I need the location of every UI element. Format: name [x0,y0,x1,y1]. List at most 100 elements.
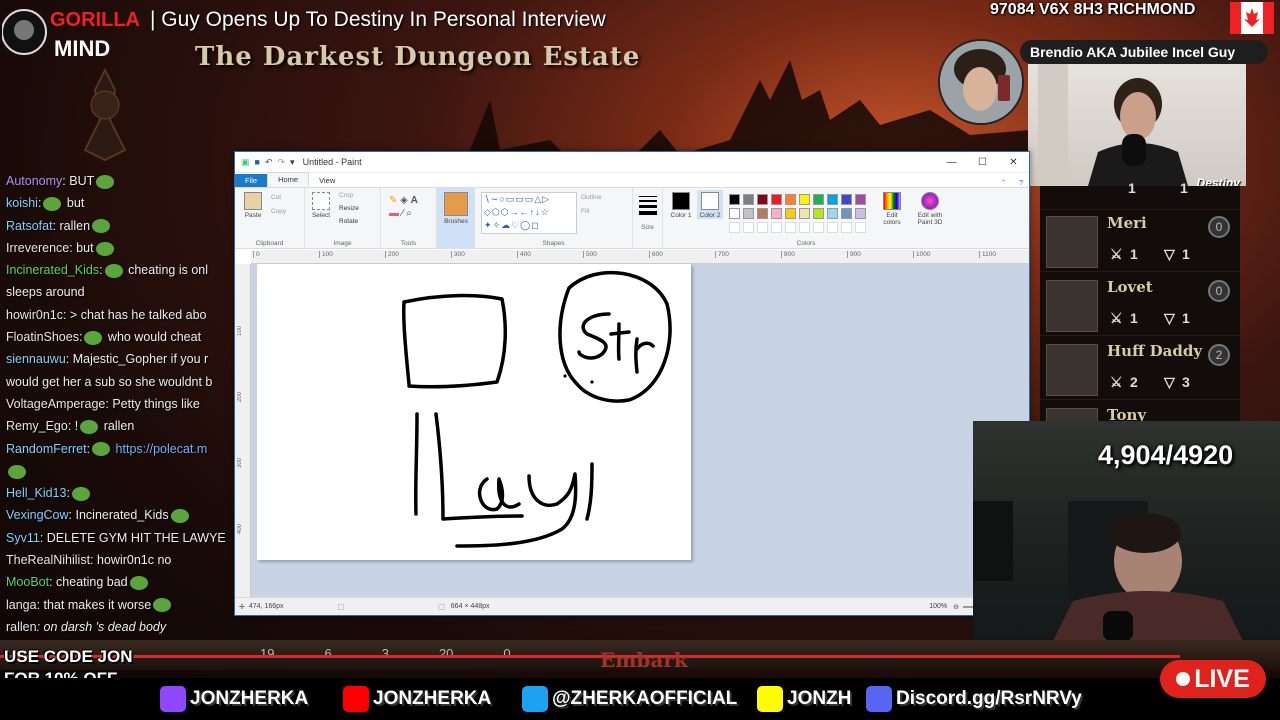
hero-row[interactable]: Huff Daddy ⚔ 2 ▽ 3 2 [1040,338,1240,400]
fill-icon[interactable]: ◈ [400,195,408,206]
emote-icon [43,197,62,211]
palette-swatch[interactable] [743,194,754,205]
chat-username[interactable]: Ratsofat [6,219,53,233]
paint3d-button[interactable]: Edit with Paint 3D [913,192,947,226]
chat-username[interactable]: TheRealNihilist [6,553,90,567]
paint-window[interactable]: ▣ ■ ↶ ↷ ▾ Untitled - Paint — ☐ ✕ File Ho… [234,151,1030,616]
save-icon[interactable]: ■ [255,157,260,167]
chat-username[interactable]: siennauwu [6,352,66,366]
shapes-gallery[interactable]: ∖∼○▭▭▭△▷ ◇⬠⬡→←↑↓☆ ✦✧☁♡◯◻ [481,192,577,234]
palette-swatch[interactable] [827,194,838,205]
chat-username[interactable]: FloatinShoes [6,330,79,344]
embark-button[interactable]: Embark [600,648,688,672]
palette-swatch[interactable] [785,208,796,219]
palette-swatch-custom[interactable] [771,222,782,233]
palette-swatch[interactable] [743,208,754,219]
ribbon-collapse-icon[interactable]: ⌃ [995,178,1013,187]
color2-button[interactable]: Color 2 [697,190,723,219]
palette-swatch-custom[interactable] [785,222,796,233]
redo-icon[interactable]: ↷ [278,157,286,168]
chat-username[interactable]: Hell_Kid13 [6,486,66,500]
chat-username[interactable]: Syv11 [6,531,40,545]
paste-button[interactable]: Paste [241,192,265,219]
customize-toolbar-icon[interactable]: ▾ [290,157,295,168]
palette-swatch-custom[interactable] [855,222,866,233]
palette-swatch-custom[interactable] [827,222,838,233]
palette-swatch-custom[interactable] [757,222,768,233]
tab-view[interactable]: View [309,174,345,187]
social-link[interactable]: JONZHERKA [160,686,308,712]
palette-swatch[interactable] [827,208,838,219]
social-link[interactable]: Discord.gg/RsrNRVy [866,686,1082,712]
horizontal-ruler: 0 100 200 300 400 500 600 700 800 900 1000 1100 [251,250,1029,264]
palette-swatch-custom[interactable] [813,222,824,233]
chat-username[interactable]: koishi [6,196,38,210]
fill-button[interactable]: Fill [581,208,589,215]
select-button[interactable]: Select [309,192,333,219]
chat-username[interactable]: MooBot [6,575,49,589]
palette-swatch-custom[interactable] [729,222,740,233]
social-link[interactable]: @ZHERKAOFFICIAL [522,686,737,712]
chat-username[interactable]: VexingCow [6,508,69,522]
status-bar: ✛ 474, 166px ⬚ ⬚ 664 × 448px 100% ⊖ [235,597,1029,615]
copy-button[interactable]: Copy [271,208,286,215]
chat-username[interactable]: Incinerated_Kids [6,263,99,277]
edit-colors-button[interactable]: Edit colors [877,192,907,226]
palette-swatch[interactable] [757,194,768,205]
hero-row[interactable]: Meri ⚔ 1 ▽ 1 0 [1040,210,1240,272]
social-link[interactable]: JONZH [757,686,851,712]
minimize-button[interactable]: — [936,157,967,168]
palette-swatch[interactable] [841,194,852,205]
chat-username[interactable]: RandomFerret [6,442,87,456]
color1-button[interactable]: Color 1 [669,192,693,219]
palette-swatch[interactable] [799,208,810,219]
text-icon[interactable]: A [411,195,418,206]
undo-icon[interactable]: ↶ [265,157,273,168]
palette-swatch[interactable] [729,208,740,219]
chat-username[interactable]: rallen [6,620,37,634]
palette-swatch[interactable] [771,208,782,219]
pencil-icon[interactable]: ✎ [389,195,397,206]
palette-swatch[interactable] [799,194,810,205]
palette-swatch-custom[interactable] [743,222,754,233]
palette-swatch[interactable] [813,208,824,219]
chat-username[interactable]: VoltageAmperage [6,397,105,411]
palette-swatch-custom[interactable] [841,222,852,233]
close-button[interactable]: ✕ [998,157,1029,168]
crop-button[interactable]: Crop [339,192,353,199]
size-button[interactable]: Size [633,188,663,249]
cut-button[interactable]: Cut [271,194,281,201]
chat-username[interactable]: langa [6,598,37,612]
palette-swatch[interactable] [729,194,740,205]
palette-swatch[interactable] [757,208,768,219]
brushes-button[interactable]: Brushes [437,188,475,249]
chat-username[interactable]: Remy_Ego [6,419,68,433]
hero-row[interactable]: Lovet ⚔ 1 ▽ 1 0 [1040,274,1240,336]
help-icon[interactable]: ? [1013,178,1029,187]
chat-link[interactable]: https://polecat.m [112,442,208,456]
eraser-icon[interactable]: ▬ [389,208,399,219]
zoom-out-icon[interactable]: ⊖ [953,603,959,611]
magnifier-icon[interactable]: ⌕ [406,208,412,219]
chat-username[interactable]: Autonomy [6,174,62,188]
chat-username[interactable]: Irreverence [6,241,69,255]
resize-button[interactable]: Resize [339,205,359,212]
chat-username[interactable]: howir0n1c [6,308,63,322]
socials-bar: JONZHERKA JONZHERKA @ZHERKAOFFICIAL JONZH Di… [0,678,1280,720]
palette-swatch-custom[interactable] [799,222,810,233]
palette-swatch[interactable] [855,194,866,205]
maximize-button[interactable]: ☐ [967,157,998,168]
drawing-canvas[interactable] [257,264,691,560]
color-picker-icon[interactable]: ⁄ [402,208,404,219]
tab-file[interactable]: File [235,174,268,187]
palette-swatch[interactable] [785,194,796,205]
outline-button[interactable]: Outline [581,194,602,201]
tab-home[interactable]: Home [267,172,310,187]
palette-swatch[interactable] [813,194,824,205]
rotate-button[interactable]: Rotate [339,218,358,225]
social-link[interactable]: JONZHERKA [343,686,491,712]
palette-swatch[interactable] [771,194,782,205]
palette-swatch[interactable] [841,208,852,219]
chat-message: TheRealNihilist: howir0n1c no [6,549,234,571]
palette-swatch[interactable] [855,208,866,219]
